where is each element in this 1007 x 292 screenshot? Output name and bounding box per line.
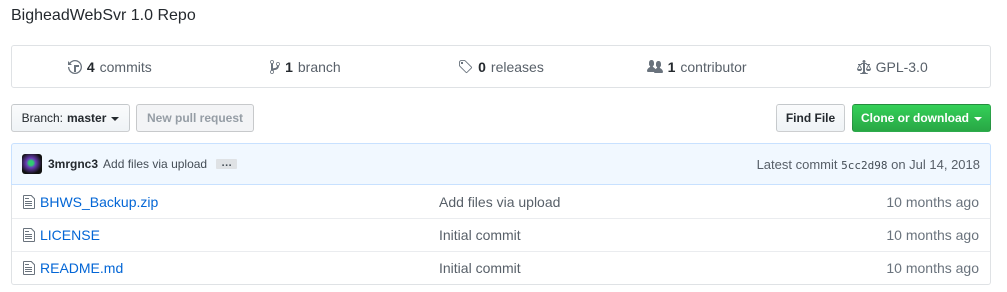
- law-icon: [856, 59, 871, 74]
- latest-commit-info: Latest commit 5cc2d98 on Jul 14, 2018: [757, 157, 980, 172]
- contributors-stat[interactable]: 1 contributor: [599, 59, 795, 75]
- file-age: 10 months ago: [886, 227, 979, 243]
- chevron-down-icon: [974, 116, 982, 121]
- file-icon: [23, 227, 37, 243]
- file-commit-message[interactable]: Initial commit: [439, 227, 521, 243]
- history-icon: [67, 59, 82, 74]
- file-row: README.md Initial commit 10 months ago: [12, 251, 990, 284]
- license-label: GPL-3.0: [875, 58, 928, 75]
- branch-name: master: [67, 111, 107, 125]
- chevron-down-icon: [111, 116, 120, 121]
- new-pull-request-button[interactable]: New pull request: [136, 104, 254, 132]
- releases-count: 0: [478, 58, 486, 75]
- file-row: BHWS_Backup.zip Add files via upload 10 …: [12, 185, 990, 218]
- git-branch-icon: [270, 59, 281, 74]
- file-name-link[interactable]: BHWS_Backup.zip: [40, 194, 439, 210]
- file-age: 10 months ago: [886, 260, 979, 276]
- file-age: 10 months ago: [886, 193, 979, 210]
- clone-label: Clone or download: [861, 111, 969, 125]
- file-commit-message[interactable]: Add files via upload: [439, 194, 560, 210]
- commit-sha[interactable]: 5cc2d98: [841, 159, 887, 172]
- expand-commit-button[interactable]: …: [216, 158, 238, 169]
- commits-label: commits: [99, 58, 152, 75]
- branches-count: 1: [285, 58, 293, 75]
- commits-count: 4: [86, 58, 95, 75]
- file-name-link[interactable]: LICENSE: [40, 227, 439, 243]
- releases-label: releases: [490, 58, 544, 75]
- latest-commit-prefix: Latest commit: [756, 156, 838, 172]
- tag-icon: [459, 59, 473, 73]
- branch-prefix: Branch:: [21, 111, 63, 125]
- commit-date: on Jul 14, 2018: [891, 156, 980, 172]
- commits-stat[interactable]: 4 commits: [12, 59, 208, 75]
- repo-summary-bar: 4 commits 1 branch 0 releases 1 contribu…: [11, 45, 991, 88]
- branch-select-button[interactable]: Branch: master: [11, 104, 130, 132]
- latest-commit-bar: 3mrgnc3 Add files via upload … Latest co…: [11, 143, 991, 185]
- file-row: LICENSE Initial commit 10 months ago: [12, 218, 990, 251]
- file-list: BHWS_Backup.zip Add files via upload 10 …: [11, 185, 991, 285]
- contributors-label: contributor: [680, 58, 747, 75]
- file-commit-message[interactable]: Initial commit: [439, 260, 521, 276]
- branches-stat[interactable]: 1 branch: [208, 59, 404, 75]
- license-stat[interactable]: GPL-3.0: [794, 59, 990, 75]
- file-icon: [23, 194, 37, 210]
- commit-message[interactable]: Add files via upload: [103, 157, 207, 171]
- branches-label: branch: [297, 58, 341, 75]
- file-name-link[interactable]: README.md: [40, 260, 439, 276]
- clone-or-download-button[interactable]: Clone or download: [852, 104, 991, 132]
- contributors-count: 1: [667, 58, 676, 75]
- releases-stat[interactable]: 0 releases: [403, 59, 599, 75]
- find-file-button[interactable]: Find File: [776, 104, 845, 132]
- repo-description: BigheadWebSvr 1.0 Repo: [11, 7, 196, 24]
- people-icon: [646, 59, 663, 73]
- file-icon: [23, 260, 37, 276]
- avatar[interactable]: [22, 154, 42, 174]
- commit-author[interactable]: 3mrgnc3: [48, 157, 98, 171]
